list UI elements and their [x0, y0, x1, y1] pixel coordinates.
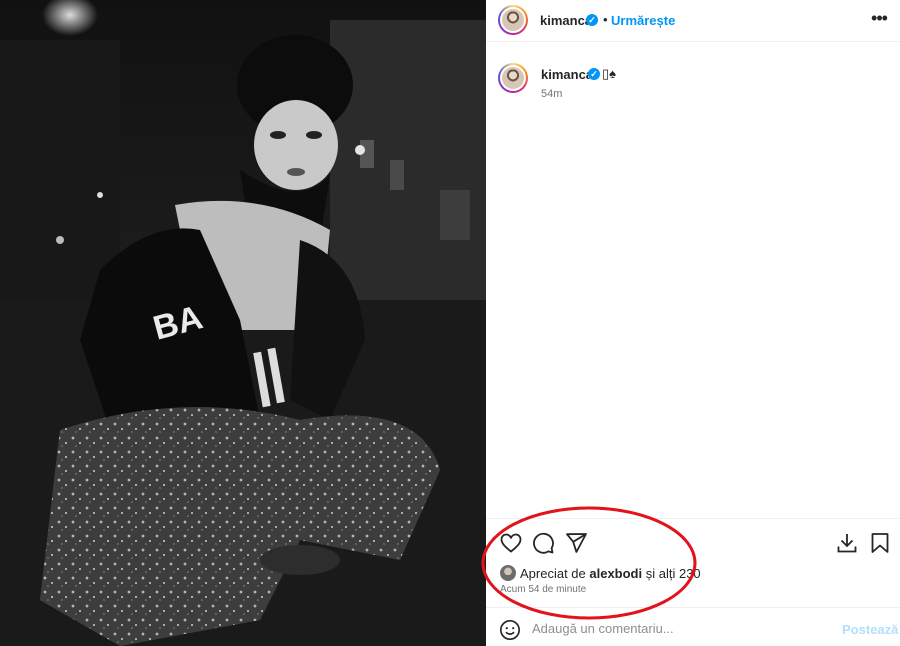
share-send-icon[interactable] [564, 531, 588, 555]
verified-badge-icon: ✓ [586, 14, 598, 26]
post-timestamp: Acum 54 de minute [500, 584, 587, 595]
post-sidebar: kimanca ✓ • Urmărește ••• kimanca ✓ ▯♠ 5… [486, 0, 900, 646]
post-photo[interactable]: BA [0, 0, 486, 646]
likes-prefix: Apreciat de [520, 566, 590, 581]
bookmark-save-icon[interactable] [868, 531, 892, 555]
liker-username[interactable]: alexbodi [589, 566, 642, 581]
follow-button[interactable]: Urmărește [611, 13, 675, 28]
action-bar [486, 518, 900, 564]
likes-suffix: și alți 230 [642, 566, 701, 581]
like-heart-icon[interactable] [499, 531, 523, 555]
author-avatar[interactable] [498, 5, 528, 35]
post-header: kimanca ✓ • Urmărește ••• [486, 0, 900, 42]
emoji-smiley-icon[interactable] [499, 619, 521, 641]
post-comment-button[interactable]: Postează [842, 622, 898, 637]
comment-bar: Postează [486, 607, 900, 646]
author-username[interactable]: kimanca [540, 13, 592, 28]
liker-avatar[interactable] [500, 565, 516, 581]
download-icon[interactable] [835, 531, 859, 555]
caption-username[interactable]: kimanca [541, 67, 593, 82]
caption-avatar[interactable] [498, 63, 528, 93]
caption-text: ▯♠ [602, 66, 617, 81]
likes-text[interactable]: Apreciat de alexbodi și alți 230 [520, 566, 701, 581]
comment-icon[interactable] [531, 531, 555, 555]
caption-time: 54m [541, 88, 563, 100]
separator-dot: • [603, 12, 608, 27]
verified-badge-icon: ✓ [588, 68, 600, 80]
more-options-icon[interactable]: ••• [870, 8, 888, 32]
photo-illustration: BA [0, 20, 486, 646]
comment-input[interactable] [532, 618, 832, 638]
